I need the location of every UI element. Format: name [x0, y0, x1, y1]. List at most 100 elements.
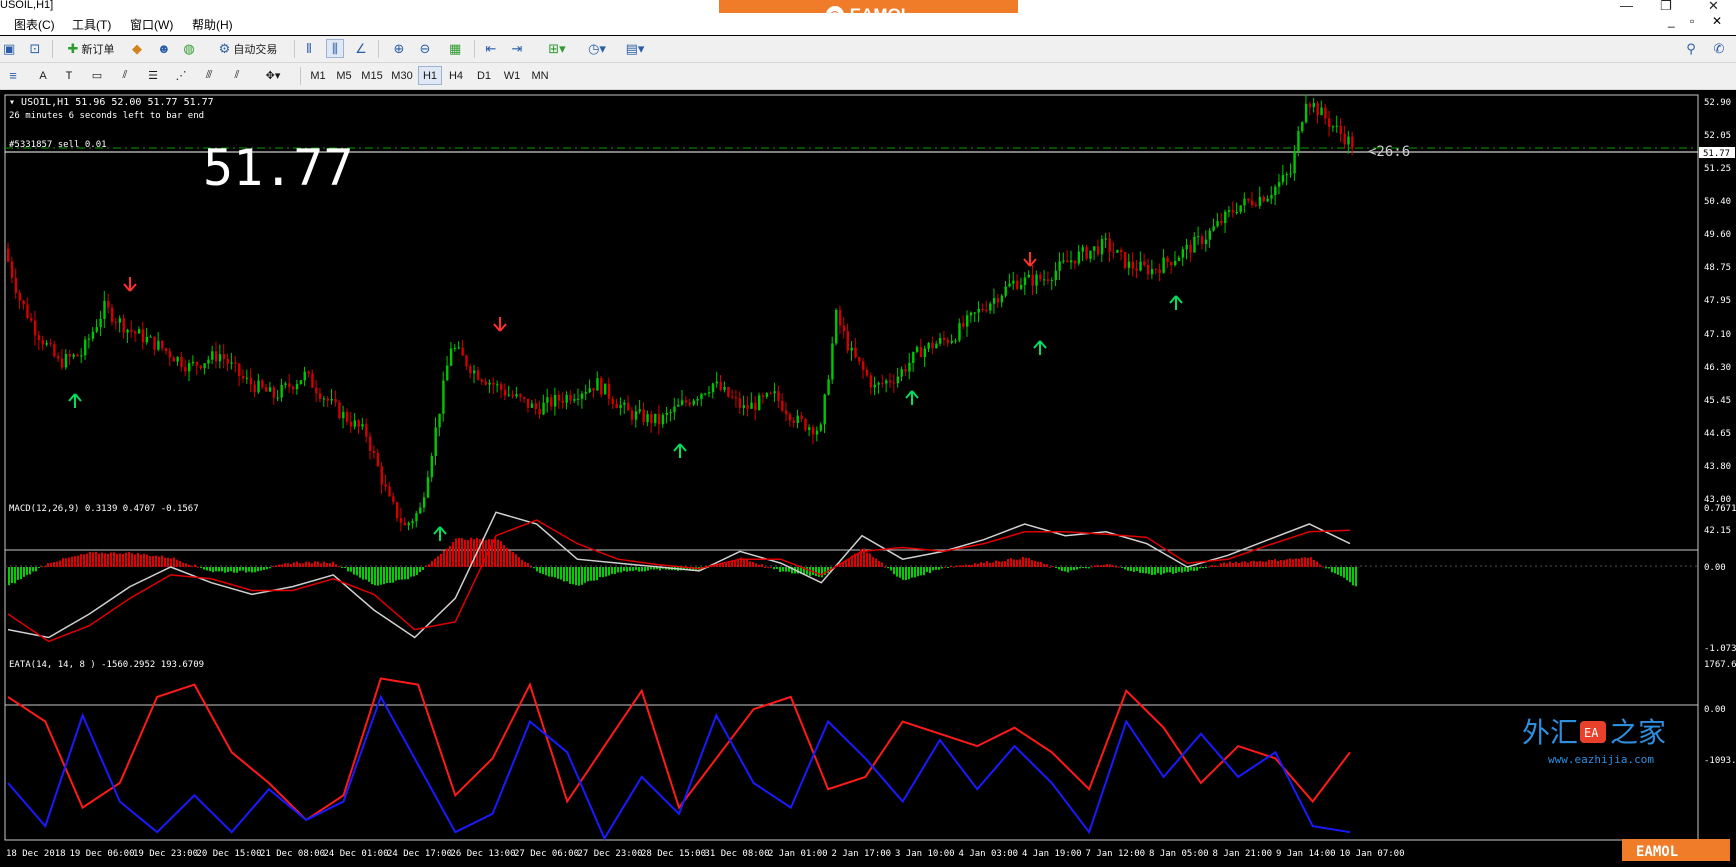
- candle-body: [1104, 238, 1108, 240]
- macd-histogram-bar: [44, 566, 46, 568]
- tf-d1-button[interactable]: D1: [472, 66, 496, 85]
- menu-help[interactable]: 帮助(H): [192, 16, 233, 33]
- macd-histogram-bar: [146, 554, 148, 568]
- tf-h4-button[interactable]: H4: [444, 66, 468, 85]
- market-watch-button[interactable]: ◆: [128, 39, 146, 58]
- macd-histogram-bar: [1223, 562, 1225, 568]
- inner-close-button[interactable]: ✕: [1712, 14, 1722, 28]
- auto-scroll-button[interactable]: ⇤: [482, 39, 500, 58]
- macd-histogram-bar: [1133, 567, 1135, 572]
- new-chart-button[interactable]: ▣: [0, 39, 18, 58]
- macd-histogram-bar: [236, 567, 238, 573]
- auto-trading-button[interactable]: ⚙ 自动交易: [210, 39, 286, 58]
- price-tick: 44.65: [1704, 429, 1731, 439]
- inner-restore-button[interactable]: ▫: [1690, 14, 1694, 28]
- macd-histogram-bar: [611, 567, 613, 574]
- tf-w1-button[interactable]: W1: [500, 66, 524, 85]
- macd-histogram-bar: [758, 564, 760, 568]
- tf-m30-button[interactable]: M30: [388, 66, 416, 85]
- tf-h1-button[interactable]: H1: [418, 66, 442, 85]
- tile-windows-button[interactable]: ▦: [446, 39, 464, 58]
- channel-tool-button[interactable]: ⫽: [116, 66, 134, 85]
- inner-minimize-button[interactable]: _: [1668, 14, 1675, 28]
- arrows-tool-button[interactable]: ✥▾: [258, 66, 288, 85]
- tf-m1-button[interactable]: M1: [306, 66, 330, 85]
- macd-histogram-bar: [1310, 557, 1312, 568]
- candle-body: [1347, 136, 1350, 145]
- chart-window[interactable]: ▾ USOIL,H1 51.96 52.00 51.77 51.77 26 mi…: [0, 91, 1736, 862]
- candle-body: [838, 309, 842, 326]
- new-order-button[interactable]: ✚ 新订单: [58, 39, 124, 58]
- macd-histogram-bar: [557, 567, 559, 579]
- auto-trade-icon: ⚙: [218, 40, 231, 56]
- close-button[interactable]: ✕: [1708, 0, 1719, 14]
- line-chart-button[interactable]: ∠: [352, 39, 370, 58]
- minimize-button[interactable]: —: [1620, 0, 1633, 13]
- candle-body: [777, 391, 780, 401]
- search-button[interactable]: ⚲: [1682, 39, 1700, 58]
- chat-button[interactable]: ✆: [1710, 39, 1728, 58]
- menu-window[interactable]: 窗口(W): [130, 16, 173, 33]
- chart-canvas[interactable]: ▾ USOIL,H1 51.96 52.00 51.77 51.77 26 mi…: [0, 91, 1736, 862]
- rectangle-tool-button[interactable]: ▭: [88, 66, 106, 85]
- zoom-out-button[interactable]: ⊖: [416, 39, 434, 58]
- macd-axis-tick: -1.0731: [1704, 644, 1736, 654]
- candle-chart-button[interactable]: ⫼: [326, 39, 344, 58]
- macd-histogram-bar: [1091, 566, 1093, 568]
- macd-histogram-bar: [593, 567, 595, 581]
- candle-body: [1158, 269, 1161, 273]
- text-label-tool-button[interactable]: T: [60, 66, 78, 85]
- toolbar-divider: [300, 67, 301, 85]
- macd-histogram-bar: [1169, 567, 1171, 573]
- candle-body: [276, 397, 279, 399]
- buy-signal-arrow: [68, 393, 82, 408]
- candle-body: [442, 380, 445, 414]
- candle-body: [280, 384, 283, 398]
- macd-histogram-bar: [629, 567, 631, 572]
- candle-body: [392, 496, 395, 503]
- menu-chart[interactable]: 图表(C): [14, 16, 55, 33]
- candle-body: [927, 342, 930, 349]
- macd-histogram-bar: [338, 566, 340, 568]
- menu-tools[interactable]: 工具(T): [72, 16, 111, 33]
- macd-histogram-bar: [395, 567, 397, 581]
- price-tick: 43.80: [1704, 462, 1731, 472]
- tf-mn-button[interactable]: MN: [528, 66, 552, 85]
- templates-button[interactable]: ▤▾: [618, 39, 652, 58]
- auto-trade-label: 自动交易: [233, 43, 278, 56]
- indicators-button[interactable]: ⊞▾: [540, 39, 574, 58]
- macd-histogram-bar: [92, 552, 94, 568]
- tf-m5-button[interactable]: M5: [332, 66, 356, 85]
- profiles-button[interactable]: ⊡: [26, 39, 44, 58]
- bar-chart-button[interactable]: ⫴: [300, 39, 318, 58]
- tf-m15-button[interactable]: M15: [358, 66, 386, 85]
- hline-tool-button[interactable]: ≡: [4, 66, 22, 85]
- macd-histogram-bar: [71, 556, 73, 568]
- gann-tool-button[interactable]: ⋰: [172, 66, 190, 85]
- candle-body: [692, 400, 695, 405]
- fibo-tool-button[interactable]: ☰: [144, 66, 162, 85]
- chart-shift-button[interactable]: ⇥: [508, 39, 526, 58]
- macd-histogram-bar: [194, 564, 196, 568]
- candle-body: [781, 400, 784, 411]
- candle-body: [403, 522, 407, 526]
- candle-body: [1351, 136, 1354, 149]
- navigator-button[interactable]: ☻: [154, 39, 174, 58]
- zoom-in-button[interactable]: ⊕: [390, 39, 408, 58]
- candle-body: [188, 363, 191, 372]
- candle-body: [996, 298, 1000, 303]
- restore-button[interactable]: ❐: [1660, 0, 1672, 14]
- periods-button[interactable]: ◷▾: [580, 39, 614, 58]
- andrews-tool-button[interactable]: ⫽: [228, 66, 246, 85]
- macd-histogram-bar: [572, 567, 574, 585]
- pitchfork-tool-button[interactable]: ⫻: [200, 66, 218, 85]
- chart-shift-icon: ⇥: [511, 40, 523, 56]
- candle-body: [723, 387, 726, 390]
- macd-histogram-bar: [866, 552, 868, 568]
- macd-histogram-bar: [641, 567, 643, 572]
- macd-histogram-bar: [434, 558, 436, 568]
- terminal-button[interactable]: ◍: [180, 39, 198, 58]
- text-tool-button[interactable]: A: [34, 66, 52, 85]
- candle-body: [1162, 257, 1165, 273]
- candle-body: [1212, 226, 1215, 231]
